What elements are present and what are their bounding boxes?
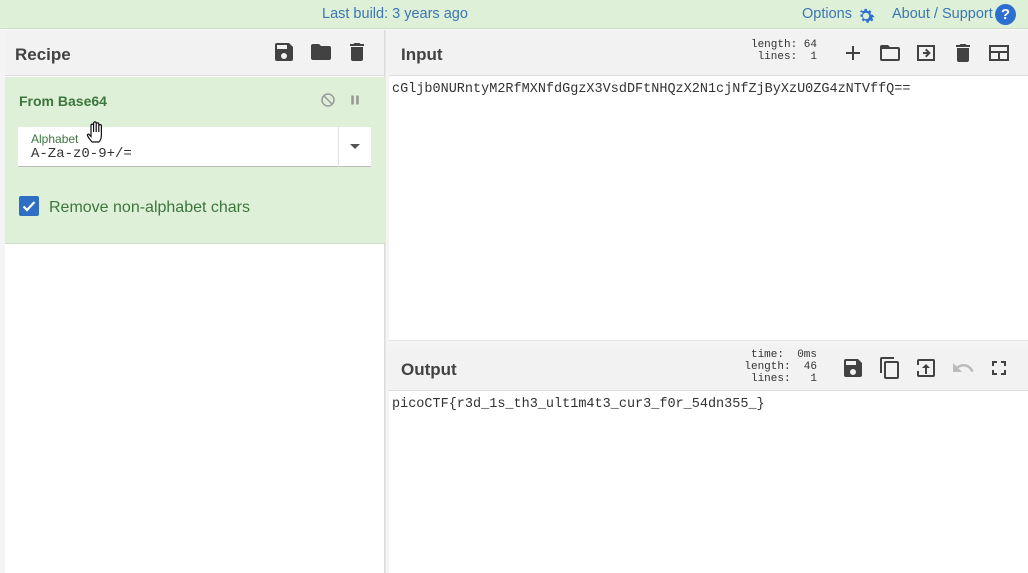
add-icon[interactable]: [841, 41, 865, 65]
output-time-value: 0ms: [797, 349, 817, 361]
help-icon[interactable]: ?: [995, 4, 1016, 25]
input-lines-value: 1: [810, 51, 817, 63]
trash-icon[interactable]: [345, 40, 369, 64]
recipe-pane: Recipe From Base64 Alphabet A-Za-z0-9+/=…: [5, 30, 385, 573]
input-text[interactable]: cGljb0NURntyM2RfMXNfdGgzX3VsdDFtNHQzX2N1…: [392, 82, 910, 97]
about-support-link[interactable]: About / Support: [892, 6, 993, 22]
output-length-value: 46: [803, 361, 817, 373]
output-lines-value: 1: [810, 373, 817, 385]
output-time-label: time:: [750, 349, 784, 361]
recipe-header: Recipe: [5, 30, 384, 76]
layout-icon[interactable]: [987, 41, 1011, 65]
remove-non-alphabet-checkbox[interactable]: [19, 196, 39, 216]
folder-icon[interactable]: [309, 40, 333, 64]
recipe-title: Recipe: [15, 45, 71, 64]
undo-icon[interactable]: [951, 356, 975, 380]
chevron-down-icon[interactable]: [350, 144, 360, 149]
import-file-icon[interactable]: [914, 41, 938, 65]
input-title: Input: [401, 45, 443, 64]
input-lines-label: lines:: [757, 51, 798, 63]
output-stats: time: 0ms length: 46 lines: 1: [737, 349, 817, 385]
output-header: Output time: 0ms length: 46 lines: 1: [389, 345, 1028, 391]
output-length-label: length:: [744, 361, 791, 373]
pause-icon[interactable]: [346, 91, 364, 109]
output-title: Output: [401, 360, 457, 379]
from-base64-operation[interactable]: From Base64 Alphabet A-Za-z0-9+/=: [5, 77, 385, 244]
select-divider: [338, 127, 339, 167]
last-build-link[interactable]: Last build: 3 years ago: [322, 6, 468, 22]
open-folder-icon[interactable]: [878, 41, 902, 65]
replace-input-icon[interactable]: [914, 356, 938, 380]
output-text[interactable]: picoCTF{r3d_1s_th3_ult1m4t3_cur3_f0r_54d…: [392, 397, 765, 412]
gear-icon[interactable]: [855, 5, 877, 27]
output-lines-label: lines:: [750, 373, 791, 385]
input-length-value: 64: [803, 39, 817, 51]
disable-icon[interactable]: [319, 91, 337, 109]
maximize-icon[interactable]: [987, 356, 1011, 380]
alphabet-value[interactable]: A-Za-z0-9+/=: [31, 146, 132, 162]
top-banner: Last build: 3 years ago Options About / …: [0, 0, 1028, 29]
clear-input-icon[interactable]: [951, 41, 975, 65]
save-output-icon[interactable]: [841, 356, 865, 380]
remove-non-alphabet-label[interactable]: Remove non-alphabet chars: [49, 199, 250, 217]
options-link[interactable]: Options: [802, 6, 852, 22]
alphabet-label: Alphabet: [31, 132, 79, 146]
input-header: Input length: 64 lines: 1: [389, 30, 1028, 76]
hand-cursor-icon: [86, 120, 108, 144]
check-icon: [22, 201, 36, 212]
copy-icon[interactable]: [878, 356, 902, 380]
vertical-splitter[interactable]: [385, 30, 389, 573]
alphabet-select[interactable]: Alphabet A-Za-z0-9+/=: [18, 127, 371, 167]
save-icon[interactable]: [272, 40, 296, 64]
operation-title[interactable]: From Base64: [19, 93, 107, 109]
input-length-label: length:: [750, 39, 798, 51]
input-stats: length: 64 lines: 1: [741, 39, 817, 63]
